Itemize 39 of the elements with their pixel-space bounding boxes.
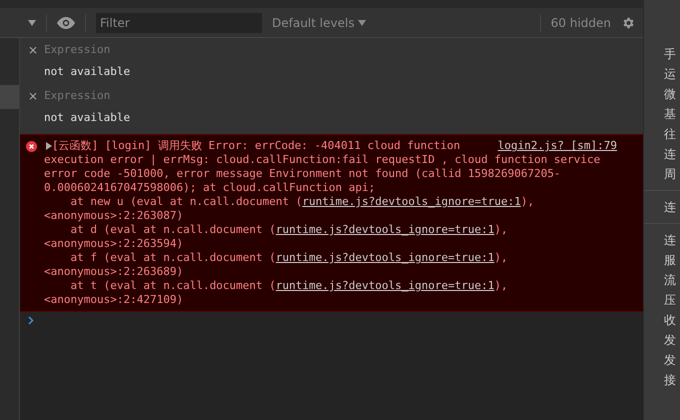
eye-icon[interactable] [57, 16, 75, 28]
settings-icon[interactable] [621, 16, 635, 30]
collapsed-triangle-icon[interactable] [46, 142, 52, 150]
panel-label: 连 [663, 199, 677, 216]
panel-label: 基 [663, 106, 677, 123]
dropdown-caret-icon[interactable] [28, 20, 36, 26]
error-message: [云函数] [login] 调用失败 Error: errCode: -404011 cloud function [52, 139, 460, 153]
panel-label: 发 [663, 332, 677, 349]
caret-icon [358, 20, 366, 26]
error-icon [26, 141, 37, 152]
source-link[interactable]: login2.js? [sm]:79 [498, 139, 617, 153]
panel-label: 接 [663, 372, 677, 389]
panel-label: 服 [663, 252, 677, 269]
close-button[interactable]: × [28, 89, 38, 104]
filter-field[interactable]: Filter [96, 12, 262, 32]
levels-dropdown[interactable]: Default levels [272, 14, 366, 32]
source-link[interactable]: runtime.js?devtools_ignore=true:1 [302, 195, 521, 208]
prompt-chevron-icon [28, 316, 34, 325]
panel-label: 连 [663, 146, 677, 163]
panel-label: 手 [663, 46, 677, 63]
panel-label: 往 [663, 126, 677, 143]
panel-label: 连 [663, 232, 677, 249]
panel-label: 微 [663, 86, 677, 103]
panel-label: 发 [663, 352, 677, 369]
expression-value: not available [43, 110, 132, 126]
expression-value: not available [43, 64, 132, 80]
expression-label: Expression [44, 88, 110, 104]
panel-label: 压 [663, 292, 677, 309]
error-details: execution error | errMsg: cloud.callFunction:fail requestID , cloud function service error code -501000, error message Environment not found (callid 1598269067205- 0.0006024167047598006); at cloud.callFunction api; at new u (eval at n.call.document (runtime.js?devtools_ignore=true:1), <anonymous>:2:263087) at d (eval at n.call.document (runtime.js?devtools_ignore=true:1), <anonymous>:2:263594) at f (eval at n.call.document (runtime.js?devtools_ignore=true:1), <anonymous>:2:263689) at t (eval at n.call.document (runtime.js?devtools_ignore=true:1), <anonymous>:2:427109) [44, 153, 600, 307]
source-link[interactable]: runtime.js?devtools_ignore=true:1 [276, 279, 494, 292]
hidden-count: 60 hidden [550, 14, 611, 32]
close-button[interactable]: × [28, 43, 38, 58]
expression-label: Expression [44, 42, 110, 58]
source-link[interactable]: runtime.js?devtools_ignore=true:1 [276, 251, 494, 264]
panel-label: 收 [663, 312, 677, 329]
panel-label: 流 [663, 272, 677, 289]
source-link[interactable]: runtime.js?devtools_ignore=true:1 [276, 223, 494, 236]
panel-label: 运 [663, 66, 677, 83]
panel-label: 周 [663, 166, 677, 183]
